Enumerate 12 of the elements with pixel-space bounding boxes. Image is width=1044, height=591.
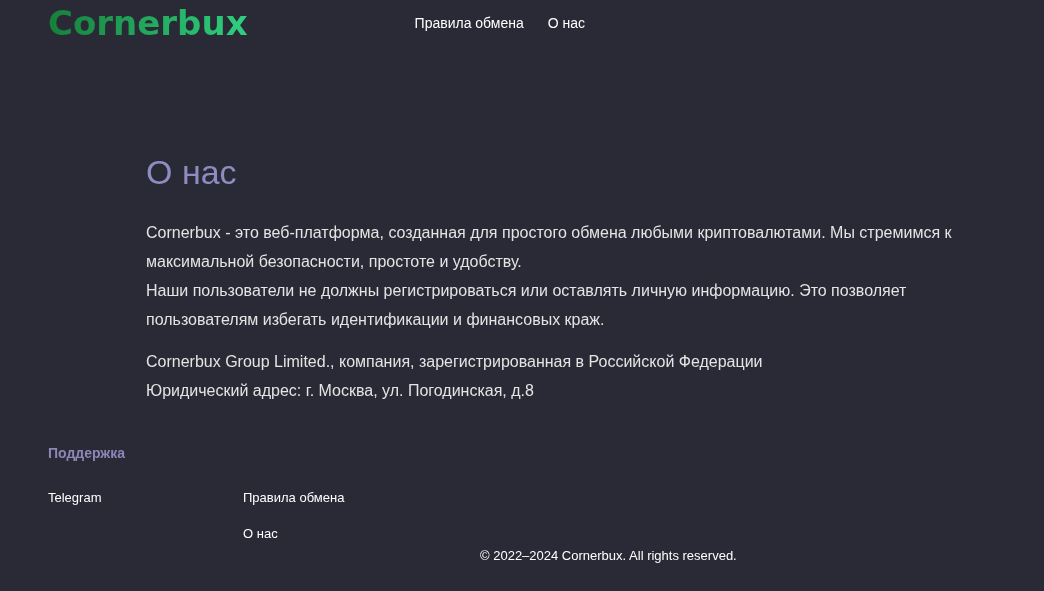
footer-link[interactable]: Telegram [48,489,243,507]
copyright: © 2022–2024 Cornerbux. All rights reserved. [480,548,738,563]
paragraph: Наши пользователи не должны регистрироваться или оставлять личную информацию. Это позволяет пользователям избегать идентификации и финансовых краж. [146,281,908,330]
nav-link[interactable]: О нас [547,15,586,31]
footer-heading: Поддержка [48,445,127,461]
footer-link[interactable]: О нас [243,525,345,543]
paragraph: Cornerbux - это веб-платформа, созданная для простого обмена любыми криптовалютами. Мы стремимся к максимальной безопасности, простоте и удобству. [146,223,953,272]
paragraph: Cornerbux Group Limited., компания, зарегистрированная в Российской Федерации [146,352,764,372]
nav-link[interactable]: Правила обмена [414,15,524,31]
page-title: О нас [146,152,238,192]
paragraph: Юридический адрес: г. Москва, ул. Погодинская, д.8 [146,381,535,401]
footer-link[interactable]: Правила обмена [243,489,345,507]
